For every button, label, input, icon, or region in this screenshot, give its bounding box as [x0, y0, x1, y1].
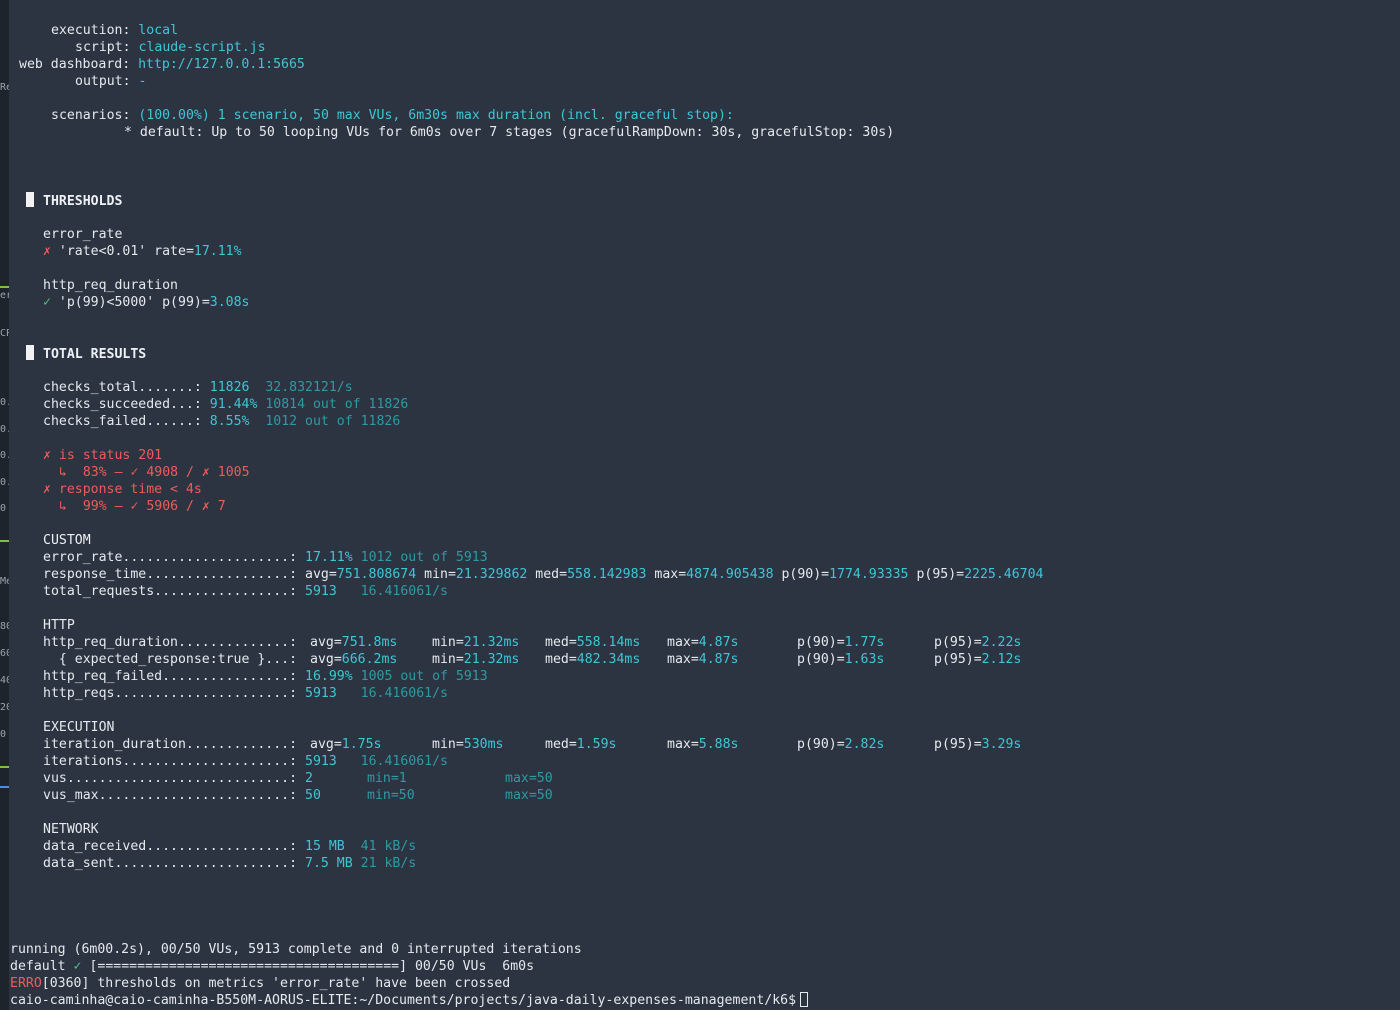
thresholds-heading: THRESHOLDS: [26, 192, 122, 209]
threshold-duration: ✓ 'p(99)<5000' p(99)=3.08s: [43, 295, 250, 310]
http-req-duration-min: min=21.32ms: [432, 635, 520, 650]
header-dashboard: web dashboard: http://127.0.0.1:5665: [19, 57, 305, 72]
edge-mark: [0, 766, 9, 768]
background-window-edge: Re er CP 0.8 0.6 0.4 0.2 0 Me 80 60 40 2…: [0, 0, 9, 1010]
http-expected-response: { expected_response:true }...:: [43, 652, 298, 667]
iteration-duration-avg: avg=1.75s: [310, 737, 382, 752]
vus-max: max=50: [505, 771, 553, 786]
header-script: script: claude-script.js: [75, 40, 266, 55]
data-sent: data_sent......................: 7.5 MB …: [43, 856, 417, 871]
scenario-default: * default: Up to 50 looping VUs for 6m0s…: [124, 125, 895, 140]
custom-heading: CUSTOM: [43, 533, 91, 548]
edge-text: 0.4: [0, 450, 9, 461]
data-received: data_received..................: 15 MB 4…: [43, 839, 417, 854]
running-status: running (6m00.2s), 00/50 VUs, 5913 compl…: [10, 942, 582, 957]
iteration-duration-p90: p(90)=2.82s: [797, 737, 885, 752]
total-results-heading: TOTAL RESULTS: [26, 345, 146, 362]
custom-error-rate: error_rate.....................: 17.11% …: [43, 550, 488, 565]
edge-text: 0.8: [0, 397, 9, 408]
http-req-duration-p95: p(95)=2.22s: [934, 635, 1022, 650]
edge-mark: [0, 540, 9, 542]
header-output: output: -: [75, 74, 147, 89]
check-status-201-detail: ↳ 83% — ✓ 4908 / ✗ 1005: [59, 465, 250, 480]
terminal-output[interactable]: execution: local script: claude-script.j…: [10, 0, 1390, 1010]
pass-icon: ✓: [43, 295, 51, 310]
progress-bar: [======================================]…: [89, 959, 535, 974]
http-expected-max: max=4.87s: [667, 652, 739, 667]
http-heading: HTTP: [43, 618, 75, 633]
edge-text: Re: [0, 82, 9, 93]
http-req-duration: http_req_duration..............:: [43, 635, 298, 650]
iteration-duration-med: med=1.59s: [545, 737, 617, 752]
checks-total: checks_total.......: 11826 32.832121/s: [43, 380, 353, 395]
fail-icon: ✗: [43, 244, 51, 259]
error-message: ERRO[0360] thresholds on metrics 'error_…: [10, 976, 511, 991]
edge-text: 0.6: [0, 424, 9, 435]
edge-text: 40: [0, 675, 9, 686]
vus-max-row: vus_max........................: 50: [43, 788, 321, 803]
edge-mark: [0, 286, 9, 288]
threshold-error-rate-name: error_rate: [43, 227, 123, 242]
vus-max-min: min=50: [367, 788, 415, 803]
shell-prompt[interactable]: caio-caminha@caio-caminha-B550M-AORUS-EL…: [10, 992, 809, 1009]
edge-text: 80: [0, 621, 9, 632]
iteration-duration-max: max=5.88s: [667, 737, 739, 752]
iteration-duration: iteration_duration.............:: [43, 737, 298, 752]
iteration-duration-min: min=530ms: [432, 737, 504, 752]
check-icon: ✓: [73, 959, 82, 974]
custom-total-requests: total_requests.................: 5913 16…: [43, 584, 448, 599]
section-marker: [26, 192, 34, 207]
default-progress: default ✓ [=============================…: [10, 959, 535, 974]
iteration-duration-p95: p(95)=3.29s: [934, 737, 1022, 752]
edge-text: 20: [0, 702, 9, 713]
threshold-error-rate: ✗ 'rate<0.01' rate=17.11%: [43, 244, 242, 259]
checks-failed: checks_failed......: 8.55% 1012 out of 1…: [43, 414, 401, 429]
vus-min: min=1: [367, 771, 407, 786]
edge-text: er: [0, 290, 9, 301]
edge-mark: [0, 786, 9, 788]
edge-text: CP: [0, 328, 9, 339]
header-execution: execution: local: [51, 23, 179, 38]
custom-response-time: response_time..................: avg=751…: [43, 567, 1044, 582]
http-req-duration-max: max=4.87s: [667, 635, 739, 650]
edge-text: Me: [0, 576, 9, 587]
vus: vus............................: 2: [43, 771, 313, 786]
network-heading: NETWORK: [43, 822, 99, 837]
http-req-duration-avg: avg=751.8ms: [310, 635, 398, 650]
check-response-time: ✗ response time < 4s: [43, 482, 202, 497]
header-scenarios: scenarios: (100.00%) 1 scenario, 50 max …: [51, 108, 734, 123]
section-marker: [26, 345, 34, 360]
check-response-time-detail: ↳ 99% — ✓ 5906 / ✗ 7: [59, 499, 226, 514]
vus-max-max: max=50: [505, 788, 553, 803]
terminal-cursor[interactable]: [800, 992, 809, 1007]
edge-text: 0: [0, 729, 7, 740]
iterations: iterations.....................: 5913 16…: [43, 754, 448, 769]
http-expected-p90: p(90)=1.63s: [797, 652, 885, 667]
http-req-duration-med: med=558.14ms: [545, 635, 641, 650]
edge-text: 60: [0, 648, 9, 659]
http-expected-p95: p(95)=2.12s: [934, 652, 1022, 667]
check-status-201: ✗ is status 201: [43, 448, 163, 463]
execution-heading: EXECUTION: [43, 720, 115, 735]
threshold-duration-name: http_req_duration: [43, 278, 178, 293]
http-expected-min: min=21.32ms: [432, 652, 520, 667]
edge-text: 0: [0, 503, 7, 514]
dashboard-link[interactable]: http://127.0.0.1:5665: [138, 57, 305, 72]
http-expected-med: med=482.34ms: [545, 652, 641, 667]
http-req-failed: http_req_failed................: 16.99% …: [43, 669, 488, 684]
http-req-duration-p90: p(90)=1.77s: [797, 635, 885, 650]
checks-succeeded: checks_succeeded...: 91.44% 10814 out of…: [43, 397, 409, 412]
http-expected-avg: avg=666.2ms: [310, 652, 398, 667]
edge-text: 0.2: [0, 477, 9, 488]
http-reqs: http_reqs......................: 5913 16…: [43, 686, 448, 701]
